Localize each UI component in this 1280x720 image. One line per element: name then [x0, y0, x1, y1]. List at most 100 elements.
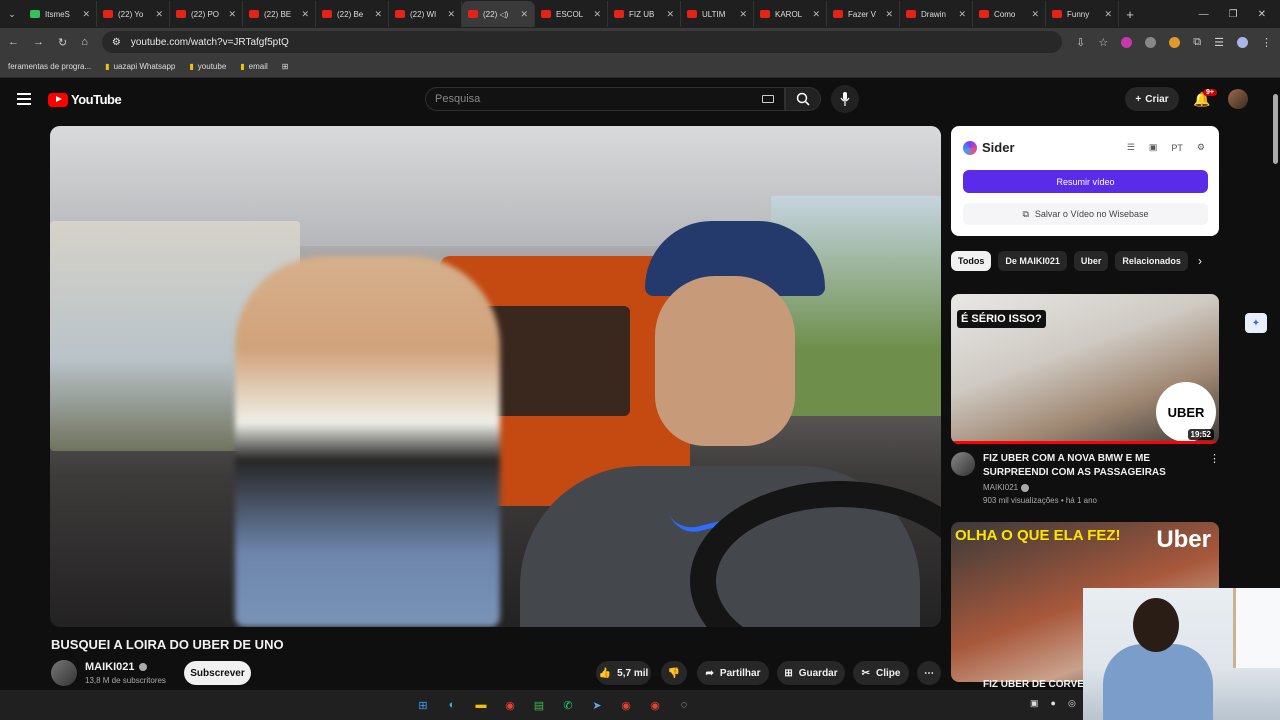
like-button[interactable]: 👍 5,7 mil — [596, 661, 651, 685]
extensions-puzzle-icon[interactable]: ⧉ — [1193, 36, 1201, 49]
list-icon[interactable]: ☰ — [1127, 142, 1135, 153]
close-tab-icon[interactable]: ✕ — [739, 9, 747, 20]
tray-icon[interactable]: ▣ — [1030, 698, 1039, 709]
browser-tab[interactable]: (22) PO ✕ — [170, 1, 243, 27]
install-icon[interactable]: ⇩ — [1076, 36, 1085, 49]
browser-tab[interactable]: Fazer V ✕ — [827, 1, 900, 27]
close-tab-icon[interactable]: ✕ — [301, 9, 309, 20]
bookmark-item[interactable]: ▮ email — [240, 62, 268, 71]
close-tab-icon[interactable]: ✕ — [885, 9, 893, 20]
recommendation-thumbnail[interactable]: É SÉRIO ISSO? UBER 19:52 — [951, 294, 1219, 444]
app-icon[interactable]: ◌ — [675, 696, 693, 714]
extension-icon[interactable] — [1121, 36, 1133, 48]
chrome-profile-icon[interactable]: ◉ — [646, 696, 664, 714]
browser-tab[interactable]: ESCOL ✕ — [535, 1, 608, 27]
browser-tab[interactable]: (22) Be ✕ — [316, 1, 389, 27]
tray-icon[interactable]: ◎ — [1068, 698, 1076, 709]
chrome-profile-icon[interactable]: ◉ — [617, 696, 635, 714]
close-tab-icon[interactable]: ✕ — [155, 9, 163, 20]
chip-related[interactable]: Relacionados — [1115, 251, 1188, 271]
youtube-logo[interactable]: YouTube — [48, 92, 122, 107]
video-player[interactable] — [50, 126, 941, 627]
new-tab-button[interactable]: + — [1119, 7, 1141, 22]
reload-icon[interactable]: ↻ — [58, 36, 67, 49]
channel-avatar[interactable] — [951, 452, 975, 476]
sider-floating-icon[interactable]: ✦ — [1245, 313, 1267, 333]
create-button[interactable]: + Criar — [1125, 87, 1179, 111]
close-tab-icon[interactable]: ✕ — [812, 9, 820, 20]
browser-tab[interactable]: (22) Yo ✕ — [97, 1, 170, 27]
browser-tab[interactable]: ItsmeS ✕ — [24, 1, 97, 27]
close-tab-icon[interactable]: ✕ — [447, 9, 455, 20]
close-tab-icon[interactable]: ✕ — [520, 9, 528, 20]
home-icon[interactable]: ⌂ — [81, 36, 88, 48]
browser-tab[interactable]: Como ✕ — [973, 1, 1046, 27]
restore-icon[interactable]: ❐ — [1229, 9, 1238, 20]
whatsapp-icon[interactable]: ✆ — [559, 696, 577, 714]
steam-icon[interactable]: ➤ — [588, 696, 606, 714]
voice-search-button[interactable] — [831, 85, 859, 113]
close-tab-icon[interactable]: ✕ — [958, 9, 966, 20]
subscribe-button[interactable]: Subscrever — [184, 661, 251, 685]
microphone-icon[interactable]: ● — [1051, 698, 1056, 709]
bookmark-item[interactable]: feramentas de progra... — [8, 62, 91, 71]
close-tab-icon[interactable]: ✕ — [593, 9, 601, 20]
edge-icon[interactable]: ◐ — [443, 696, 461, 714]
site-info-icon[interactable]: ⚙ — [112, 37, 121, 48]
save-button[interactable]: ⊞ Guardar — [777, 661, 845, 685]
browser-tab[interactable]: (22) BE ✕ — [243, 1, 316, 27]
app-icon[interactable]: ▤ — [530, 696, 548, 714]
extension-icon[interactable] — [1169, 36, 1181, 48]
browser-tab[interactable]: Funny ✕ — [1046, 1, 1119, 27]
browser-tab[interactable]: (22) WI ✕ — [389, 1, 462, 27]
channel-name[interactable]: MAIKI021 — [85, 661, 147, 673]
channel-avatar[interactable] — [51, 660, 77, 686]
chip-all[interactable]: Todos — [951, 251, 992, 271]
recommendation-title[interactable]: FIZ UBER DE CORVET — [983, 679, 1090, 690]
chrome-icon[interactable]: ◉ — [501, 696, 519, 714]
file-explorer-icon[interactable]: ▬ — [472, 696, 490, 714]
bookmark-star-icon[interactable]: ☆ — [1098, 36, 1108, 49]
search-button[interactable] — [785, 87, 821, 111]
bookmark-item[interactable]: ▮ youtube — [189, 62, 226, 71]
settings-icon[interactable]: ⚙ — [1197, 142, 1205, 153]
close-tab-icon[interactable]: ✕ — [228, 9, 236, 20]
forward-icon[interactable]: → — [33, 36, 44, 48]
close-tab-icon[interactable]: ✕ — [666, 9, 674, 20]
more-options-icon[interactable]: ⋮ — [1209, 452, 1220, 465]
menu-hamburger-icon[interactable] — [17, 93, 31, 105]
chevron-right-icon[interactable]: › — [1198, 254, 1202, 268]
close-tab-icon[interactable]: ✕ — [374, 9, 382, 20]
dislike-button[interactable]: 👎 — [661, 661, 687, 685]
close-tab-icon[interactable]: ✕ — [1031, 9, 1039, 20]
bookmark-item[interactable]: ▮ uazapi Whatsapp — [105, 62, 175, 71]
browser-tab[interactable]: FIZ UB ✕ — [608, 1, 681, 27]
tab-search-chevron-icon[interactable]: ⌄ — [0, 0, 24, 28]
clip-button[interactable]: ✂ Clipe — [853, 661, 909, 685]
windows-start-icon[interactable]: ⊞ — [414, 696, 432, 714]
save-to-wisebase-button[interactable]: ⧉ Salvar o Vídeo no Wisebase — [963, 203, 1208, 225]
close-tab-icon[interactable]: ✕ — [1104, 9, 1112, 20]
extension-icon[interactable] — [1145, 36, 1157, 48]
account-avatar[interactable] — [1228, 89, 1248, 109]
browser-menu-icon[interactable]: ⋮ — [1261, 36, 1272, 49]
browser-tab[interactable]: (22) ◁) ✕ — [462, 1, 535, 27]
language-toggle[interactable]: PT — [1171, 143, 1183, 153]
back-icon[interactable]: ← — [8, 36, 19, 48]
keyboard-icon[interactable] — [762, 95, 774, 103]
apps-grid-icon[interactable]: ⊞ — [282, 62, 289, 71]
close-tab-icon[interactable]: ✕ — [82, 9, 90, 20]
chip-channel[interactable]: De MAIKI021 — [998, 251, 1067, 271]
browser-tab[interactable]: Drawin ✕ — [900, 1, 973, 27]
reading-list-icon[interactable]: ☰ — [1214, 36, 1224, 49]
browser-tab[interactable]: KAROL ✕ — [754, 1, 827, 27]
close-window-icon[interactable]: ✕ — [1258, 9, 1266, 20]
recommendation-title[interactable]: FIZ UBER COM A NOVA BMW E ME SURPREENDI … — [983, 452, 1203, 480]
profile-avatar-icon[interactable] — [1237, 36, 1248, 48]
url-field[interactable]: ⚙ youtube.com/watch?v=JRTafgf5ptQ — [101, 31, 1063, 53]
share-button[interactable]: ➦ Partilhar — [697, 661, 769, 685]
browser-tab[interactable]: ULTIM ✕ — [681, 1, 754, 27]
minimize-icon[interactable]: — — [1199, 9, 1209, 20]
chip-uber[interactable]: Uber — [1073, 251, 1109, 271]
search-input[interactable]: Pesquisa — [425, 87, 785, 111]
